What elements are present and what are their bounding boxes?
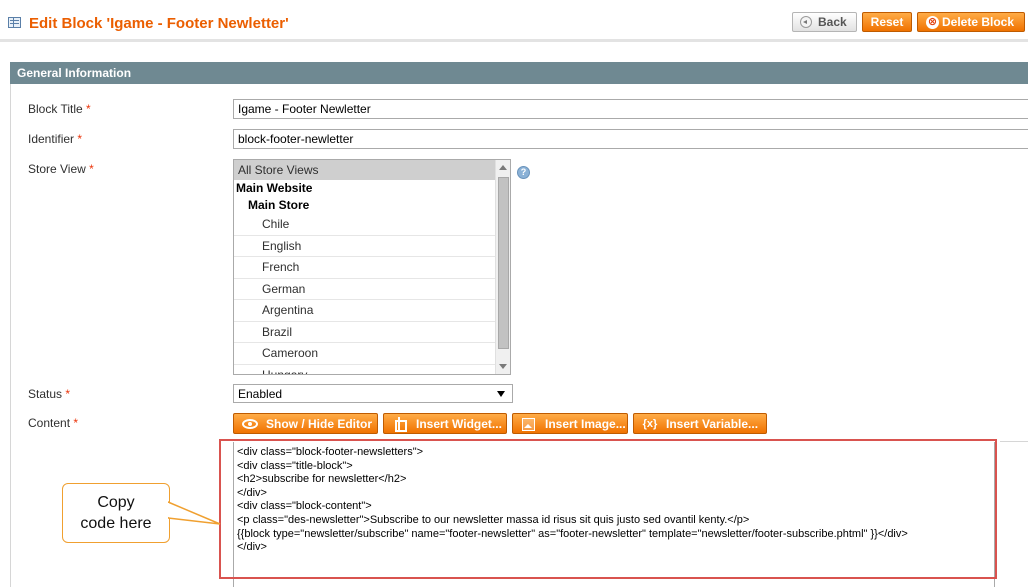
delete-button-label: Delete Block bbox=[941, 15, 1015, 29]
required-mark: * bbox=[73, 416, 79, 430]
reset-button[interactable]: Reset bbox=[862, 12, 912, 32]
highlight-box bbox=[219, 439, 997, 579]
eye-icon bbox=[242, 418, 258, 429]
back-arrow-icon bbox=[800, 16, 812, 28]
store-view-multiselect[interactable]: All Store Views Main Website Main Store Chi… bbox=[233, 159, 511, 375]
store-view-option[interactable]: Hungary bbox=[234, 365, 496, 375]
store-view-scrollbar[interactable] bbox=[495, 160, 510, 374]
store-view-option[interactable]: English bbox=[234, 236, 496, 257]
required-mark: * bbox=[86, 102, 91, 116]
editor-divider bbox=[1000, 441, 1028, 442]
insert-widget-button[interactable]: Insert Widget... bbox=[383, 413, 507, 434]
required-mark: * bbox=[65, 387, 71, 401]
chevron-down-icon bbox=[497, 391, 505, 397]
content-label: Content * bbox=[28, 416, 79, 430]
status-select-value: Enabled bbox=[238, 387, 283, 401]
store-view-options: All Store Views Main Website Main Store Chi… bbox=[234, 160, 496, 375]
store-view-option[interactable]: German bbox=[234, 279, 496, 300]
store-view-option[interactable]: Main Store bbox=[234, 197, 496, 214]
widget-icon bbox=[392, 416, 408, 432]
callout-line-1: Copy bbox=[97, 494, 135, 511]
reset-button-label: Reset bbox=[870, 15, 904, 29]
store-view-option[interactable]: French bbox=[234, 257, 496, 279]
store-view-option[interactable]: Brazil bbox=[234, 322, 496, 343]
insert-image-button[interactable]: Insert Image... bbox=[512, 413, 628, 434]
identifier-input[interactable]: block-footer-newletter bbox=[233, 129, 1028, 149]
store-view-option[interactable]: Cameroon bbox=[234, 343, 496, 365]
back-button[interactable]: Back bbox=[792, 12, 857, 32]
image-icon bbox=[521, 417, 537, 431]
insert-variable-button[interactable]: {x} Insert Variable... bbox=[633, 413, 767, 434]
store-view-option[interactable]: Chile bbox=[234, 214, 496, 236]
general-information-header[interactable]: General Information bbox=[10, 62, 1028, 84]
required-mark: * bbox=[77, 132, 83, 146]
help-icon[interactable]: ? bbox=[517, 166, 530, 179]
page-header: Edit Block 'Igame - Footer Newletter' Ba… bbox=[0, 0, 1028, 42]
page-title: Edit Block 'Igame - Footer Newletter' bbox=[29, 15, 289, 32]
variable-icon: {x} bbox=[642, 417, 658, 430]
store-view-option[interactable]: Main Website bbox=[234, 180, 496, 197]
delete-icon: ⊗ bbox=[926, 16, 939, 29]
identifier-label: Identifier * bbox=[28, 132, 83, 146]
block-title-input[interactable]: Igame - Footer Newletter bbox=[233, 99, 1028, 119]
header-divider bbox=[0, 39, 1028, 42]
back-button-label: Back bbox=[818, 15, 847, 29]
show-hide-editor-button[interactable]: Show / Hide Editor bbox=[233, 413, 378, 434]
scroll-thumb[interactable] bbox=[498, 177, 509, 349]
required-mark: * bbox=[89, 162, 94, 176]
callout-pointer-icon bbox=[168, 501, 221, 525]
status-select[interactable]: Enabled bbox=[233, 384, 513, 403]
block-grid-icon bbox=[8, 17, 21, 28]
store-view-option[interactable]: All Store Views bbox=[234, 160, 496, 180]
delete-block-button[interactable]: ⊗ Delete Block bbox=[917, 12, 1025, 32]
scroll-down-icon[interactable] bbox=[499, 364, 507, 369]
status-label: Status * bbox=[28, 387, 71, 401]
copy-code-callout: Copy code here bbox=[62, 483, 170, 543]
store-view-label: Store View * bbox=[28, 162, 94, 176]
scroll-up-icon[interactable] bbox=[499, 165, 507, 170]
store-view-option[interactable]: Argentina bbox=[234, 300, 496, 322]
block-title-label: Block Title * bbox=[28, 102, 91, 116]
section-title: General Information bbox=[17, 66, 132, 80]
callout-line-2: code here bbox=[80, 515, 152, 532]
